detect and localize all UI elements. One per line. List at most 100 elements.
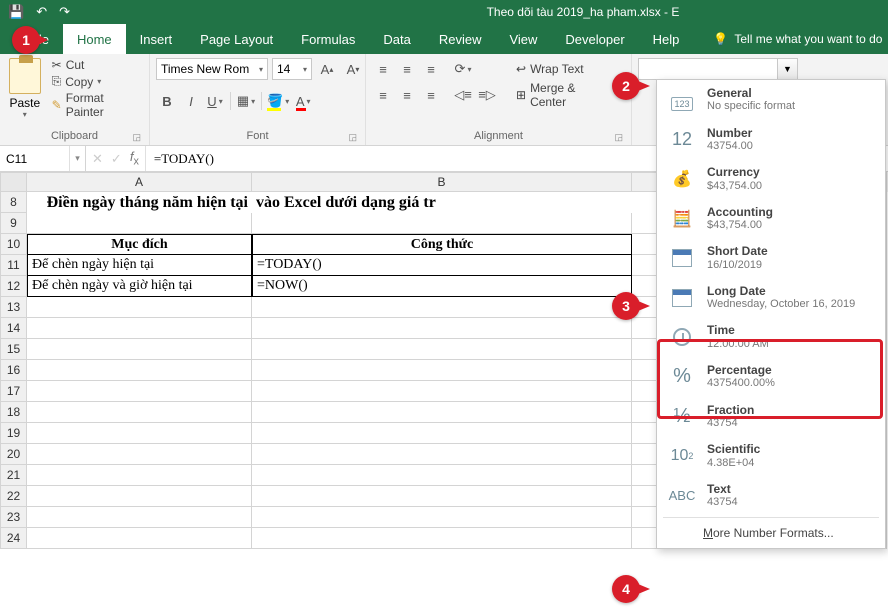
- font-color-button[interactable]: A: [292, 90, 314, 112]
- align-right-icon[interactable]: ≡: [420, 84, 442, 106]
- format-option-fraction[interactable]: ½Fraction43754: [657, 397, 885, 437]
- cell[interactable]: vào Excel dưới dạng giá tr: [252, 192, 632, 213]
- column-header[interactable]: A: [27, 172, 252, 192]
- wrap-text-button[interactable]: ↩Wrap Text: [512, 58, 625, 80]
- cell[interactable]: [27, 444, 252, 465]
- tab-review[interactable]: Review: [425, 24, 496, 54]
- cell[interactable]: [252, 486, 632, 507]
- row-header[interactable]: 15: [0, 339, 27, 360]
- cell[interactable]: [252, 213, 632, 234]
- decrease-indent-icon[interactable]: ◁≡: [452, 84, 474, 106]
- format-option-accounting[interactable]: 🧮Accounting$43,754.00: [657, 199, 885, 239]
- cell[interactable]: [252, 423, 632, 444]
- format-option-scientific[interactable]: 102Scientific4.38E+04: [657, 436, 885, 476]
- cell[interactable]: [252, 339, 632, 360]
- decrease-font-icon[interactable]: A▾: [342, 58, 364, 80]
- cell[interactable]: [27, 213, 252, 234]
- row-header[interactable]: 24: [0, 528, 27, 549]
- cell[interactable]: [252, 297, 632, 318]
- font-size-dropdown[interactable]: 14▾: [272, 58, 312, 80]
- cell[interactable]: [252, 528, 632, 549]
- underline-button[interactable]: U: [204, 90, 226, 112]
- cancel-formula-icon[interactable]: ✕: [92, 151, 103, 167]
- format-option-time[interactable]: Time12:00:00 AM: [657, 317, 885, 357]
- name-box[interactable]: C11: [0, 146, 69, 171]
- cell[interactable]: [27, 465, 252, 486]
- redo-icon[interactable]: ↷: [59, 4, 70, 20]
- row-header[interactable]: 8: [0, 192, 27, 213]
- row-header[interactable]: 14: [0, 318, 27, 339]
- borders-button[interactable]: ▦: [235, 90, 257, 112]
- cell[interactable]: Điền ngày tháng năm hiện tại: [27, 192, 252, 213]
- cell[interactable]: [27, 297, 252, 318]
- enter-formula-icon[interactable]: ✓: [111, 151, 122, 167]
- cell[interactable]: Để chèn ngày và giờ hiện tại: [27, 276, 252, 297]
- tab-formulas[interactable]: Formulas: [287, 24, 369, 54]
- cell[interactable]: [27, 486, 252, 507]
- cell[interactable]: [252, 402, 632, 423]
- cell[interactable]: Để chèn ngày hiện tại: [27, 255, 252, 276]
- cell[interactable]: [252, 444, 632, 465]
- dialog-launcher-icon[interactable]: ◲: [132, 132, 141, 143]
- column-header[interactable]: B: [252, 172, 632, 192]
- cell[interactable]: =NOW(): [252, 276, 632, 297]
- cell[interactable]: [252, 507, 632, 528]
- cell[interactable]: [252, 318, 632, 339]
- format-option-number[interactable]: 12Number43754.00: [657, 120, 885, 160]
- format-option-general[interactable]: 123GeneralNo specific format: [657, 80, 885, 120]
- bold-button[interactable]: B: [156, 90, 178, 112]
- cell[interactable]: [27, 402, 252, 423]
- undo-icon[interactable]: ↶: [36, 4, 47, 20]
- align-left-icon[interactable]: ≡: [372, 84, 394, 106]
- row-header[interactable]: 18: [0, 402, 27, 423]
- tell-me[interactable]: 💡 Tell me what you want to do: [713, 24, 882, 54]
- tab-page-layout[interactable]: Page Layout: [186, 24, 287, 54]
- italic-button[interactable]: I: [180, 90, 202, 112]
- format-option-percentage[interactable]: %Percentage4375400.00%: [657, 357, 885, 397]
- cut-button[interactable]: ✂Cut: [48, 58, 143, 72]
- format-painter-button[interactable]: ✎Format Painter: [48, 91, 143, 119]
- cell[interactable]: Công thức: [252, 234, 632, 255]
- row-header[interactable]: 9: [0, 213, 27, 234]
- cell[interactable]: [252, 360, 632, 381]
- row-header[interactable]: 22: [0, 486, 27, 507]
- merge-center-button[interactable]: ⊞Merge & Center▾: [512, 84, 625, 106]
- cell[interactable]: [27, 381, 252, 402]
- format-option-long-date[interactable]: Long DateWednesday, October 16, 2019: [657, 278, 885, 318]
- format-option-text[interactable]: ABCText43754: [657, 476, 885, 516]
- fx-icon[interactable]: fx: [130, 149, 139, 168]
- align-top-icon[interactable]: ≡: [372, 58, 394, 80]
- chevron-down-icon[interactable]: ▾: [69, 146, 85, 171]
- tab-view[interactable]: View: [495, 24, 551, 54]
- tab-insert[interactable]: Insert: [126, 24, 187, 54]
- copy-button[interactable]: ⎘Copy▾: [48, 74, 143, 89]
- fill-color-button[interactable]: 🪣: [266, 90, 290, 112]
- font-name-dropdown[interactable]: Times New Rom▾: [156, 58, 268, 80]
- cell[interactable]: [27, 339, 252, 360]
- row-header[interactable]: 12: [0, 276, 27, 297]
- align-middle-icon[interactable]: ≡: [396, 58, 418, 80]
- cell[interactable]: =TODAY(): [252, 255, 632, 276]
- row-header[interactable]: 20: [0, 444, 27, 465]
- cell[interactable]: Mục đích: [27, 234, 252, 255]
- cell[interactable]: [27, 423, 252, 444]
- format-option-short-date[interactable]: Short Date16/10/2019: [657, 238, 885, 278]
- dialog-launcher-icon[interactable]: ◲: [614, 132, 623, 143]
- align-bottom-icon[interactable]: ≡: [420, 58, 442, 80]
- orientation-icon[interactable]: ⟳: [452, 58, 474, 80]
- cell[interactable]: [27, 318, 252, 339]
- format-option-currency[interactable]: 💰Currency$43,754.00: [657, 159, 885, 199]
- tab-data[interactable]: Data: [369, 24, 424, 54]
- cell[interactable]: [27, 507, 252, 528]
- cell[interactable]: [252, 381, 632, 402]
- number-format-dropdown[interactable]: ▼: [638, 58, 798, 80]
- select-all-corner[interactable]: [0, 172, 27, 192]
- dialog-launcher-icon[interactable]: ◲: [348, 132, 357, 143]
- more-number-formats[interactable]: More Number Formats...: [657, 520, 885, 544]
- row-header[interactable]: 17: [0, 381, 27, 402]
- row-header[interactable]: 21: [0, 465, 27, 486]
- cell[interactable]: [27, 360, 252, 381]
- chevron-down-icon[interactable]: ▼: [777, 59, 797, 79]
- tab-home[interactable]: Home: [63, 24, 126, 54]
- increase-indent-icon[interactable]: ≡▷: [476, 84, 498, 106]
